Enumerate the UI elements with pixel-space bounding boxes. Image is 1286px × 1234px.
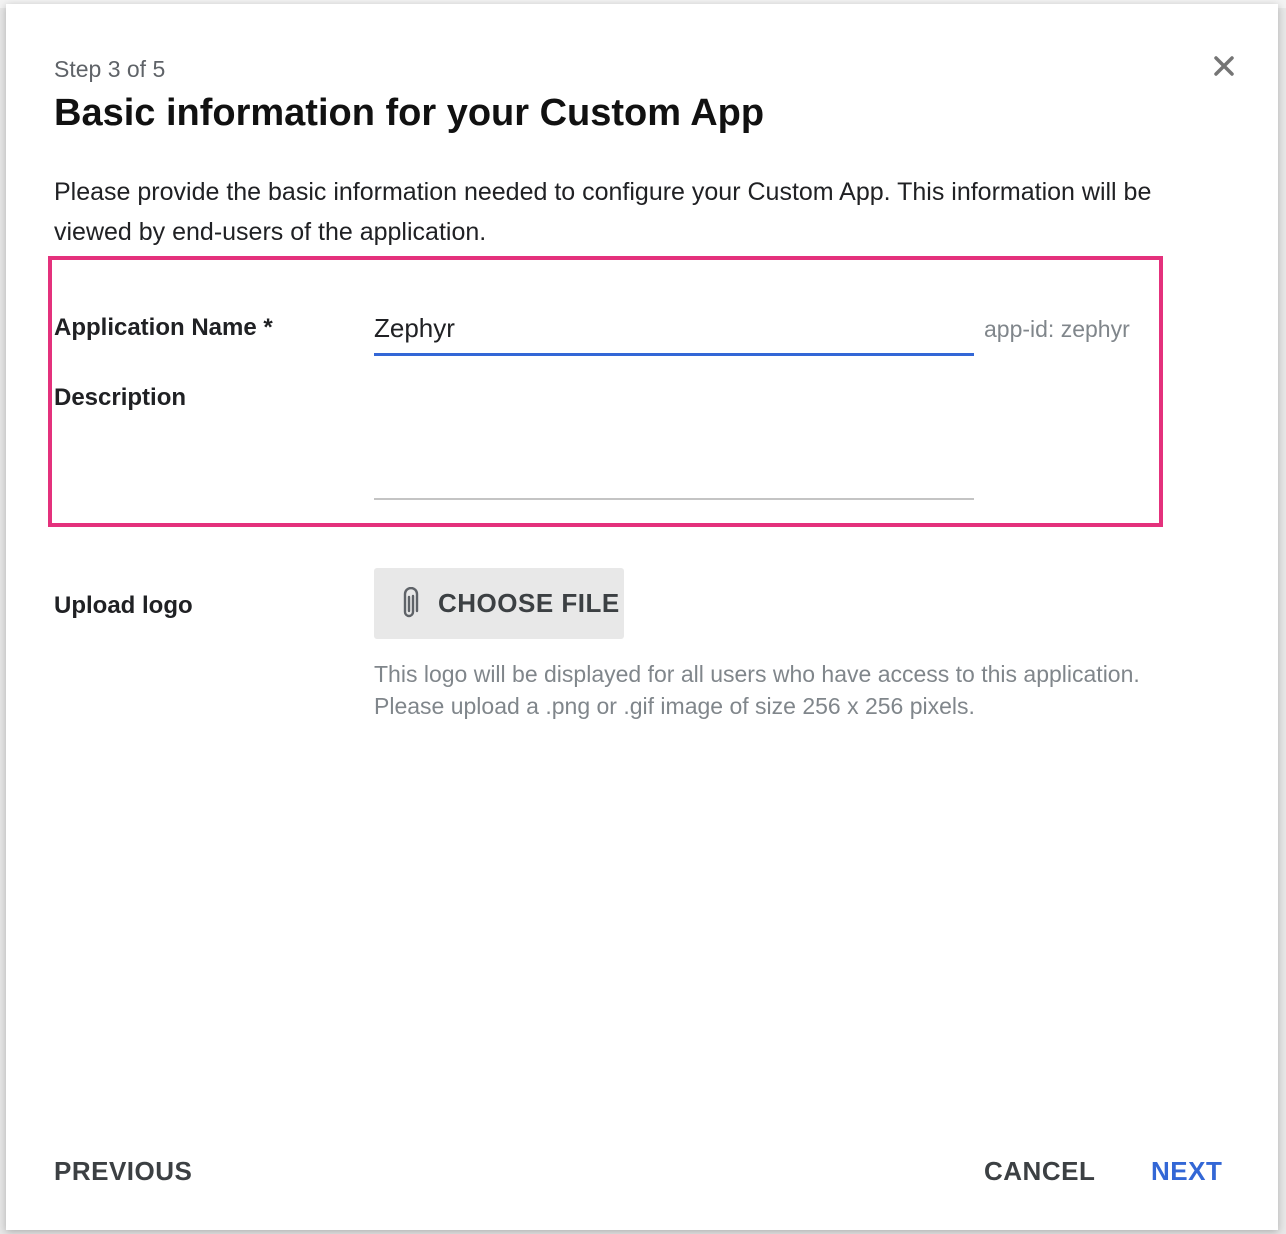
upload-hint-line-1: This logo will be displayed for all user…: [374, 661, 1140, 687]
app-name-label: Application Name *: [54, 314, 273, 341]
close-button[interactable]: [1206, 48, 1242, 84]
step-indicator: Step 3 of 5: [54, 56, 166, 82]
next-button[interactable]: NEXT: [1151, 1156, 1222, 1187]
app-id-text: app-id: zephyr: [984, 316, 1130, 342]
cancel-button[interactable]: CANCEL: [984, 1156, 1095, 1187]
description-input[interactable]: [374, 386, 974, 500]
paperclip-icon: [398, 586, 420, 622]
choose-file-label: CHOOSE FILE: [438, 588, 620, 618]
upload-hint: This logo will be displayed for all user…: [374, 658, 1140, 722]
custom-app-dialog: Step 3 of 5 Basic information for your C…: [6, 4, 1278, 1230]
dialog-title: Basic information for your Custom App: [54, 92, 765, 134]
app-name-input[interactable]: [374, 304, 974, 356]
intro-text: Please provide the basic information nee…: [54, 178, 1152, 246]
previous-button[interactable]: PREVIOUS: [54, 1156, 192, 1187]
close-icon: [1214, 56, 1234, 76]
description-label: Description: [54, 384, 187, 411]
upload-hint-line-2: Please upload a .png or .gif image of si…: [374, 693, 975, 719]
choose-file-button[interactable]: CHOOSE FILE: [374, 568, 624, 639]
upload-logo-label: Upload logo: [54, 592, 193, 619]
